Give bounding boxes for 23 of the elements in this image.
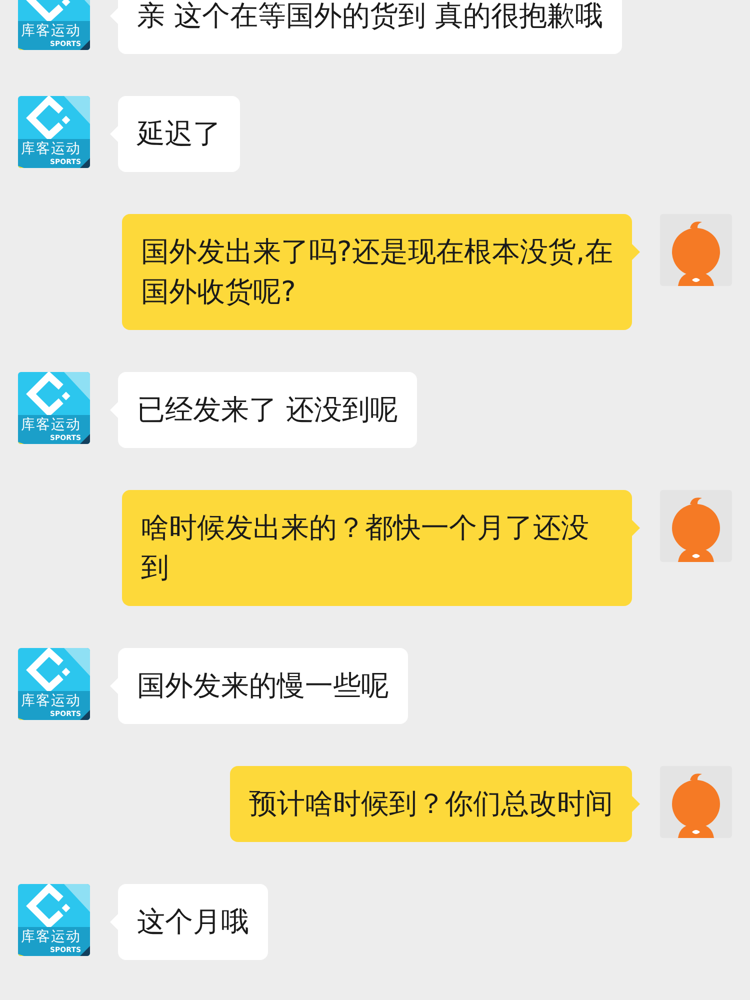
bubble-tail [632, 244, 640, 260]
message-bubble: 国外发出来了吗?还是现在根本没货,在国外收货呢? [122, 214, 632, 330]
logo-icon [18, 96, 90, 168]
bubble-tail [632, 520, 640, 536]
message-bubble: 这个月哦 [118, 884, 268, 960]
store-name: 库客运动 [21, 929, 81, 945]
logo-icon [18, 372, 90, 444]
message-bubble: 亲 这个在等国外的货到 真的很抱歉哦 [118, 0, 622, 54]
store-name: 库客运动 [21, 417, 81, 433]
user-avatar[interactable] [660, 214, 732, 286]
user-avatar[interactable] [660, 766, 732, 838]
logo-icon [18, 648, 90, 720]
logo-icon [18, 884, 90, 956]
message-bubble: 啥时候发出来的？都快一个月了还没到 [122, 490, 632, 606]
message-bubble: 预计啥时候到？你们总改时间 [230, 766, 632, 842]
message-bubble: 已经发来了 还没到呢 [118, 372, 417, 448]
store-name: 库客运动 [21, 23, 81, 39]
store-name: 库客运动 [21, 693, 81, 709]
store-name: 库客运动 [21, 141, 81, 157]
bubble-tail [632, 796, 640, 812]
message-bubble: 国外发来的慢一些呢 [118, 648, 408, 724]
message-bubble: 延迟了 [118, 96, 240, 172]
user-avatar[interactable] [660, 490, 732, 562]
